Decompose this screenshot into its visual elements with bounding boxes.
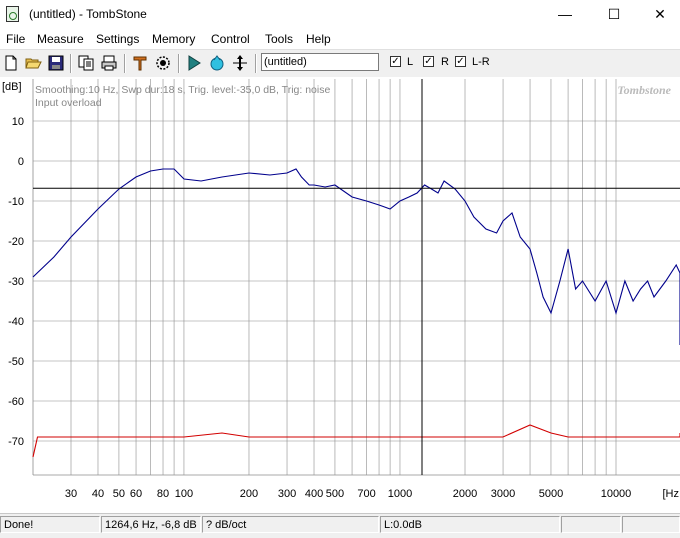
- grid-lines: [32, 79, 680, 476]
- marker-pin-icon[interactable]: [131, 54, 149, 72]
- frequency-response-plot[interactable]: 10 0 -10 -20 -30 -40 -50 -60 -70 30 40 50 60 80 100 20…: [0, 77, 680, 511]
- open-folder-icon[interactable]: [24, 54, 42, 72]
- y-tick-label: -50: [8, 356, 24, 368]
- play-icon[interactable]: [185, 54, 203, 72]
- status-bar: Done! 1264,6 Hz, -6,8 dB ? dB/oct L:0.0d…: [0, 513, 680, 538]
- y-tick-label: 0: [18, 156, 24, 168]
- menu-bar: File Measure Settings Memory Control Too…: [0, 29, 680, 49]
- checkbox-r[interactable]: ✓: [423, 56, 434, 67]
- x-tick-label: 30: [65, 488, 77, 500]
- slope-readout: ? dB/oct: [202, 516, 379, 533]
- check-mark-icon: ✓: [424, 56, 433, 67]
- input-overload-text: Input overload: [35, 97, 102, 109]
- toolbar: ✓ L ✓ R ✓ L-R: [0, 49, 680, 77]
- save-disk-icon[interactable]: [47, 54, 65, 72]
- x-unit-label: [Hz: [663, 488, 680, 500]
- y-tick-label: -10: [8, 196, 24, 208]
- toolbar-separator: [70, 54, 72, 73]
- y-unit-label: [dB]: [2, 81, 22, 93]
- frequency-response-chart[interactable]: 100-10-20-30-40-50-60-70 30 40 50 60 80 100 20…: [0, 77, 680, 511]
- close-button[interactable]: ✕: [637, 0, 680, 29]
- y-tick-label: -70: [8, 436, 24, 448]
- new-file-icon[interactable]: [2, 54, 20, 72]
- status-empty-2: [622, 516, 680, 533]
- y-tick-label: -20: [8, 236, 24, 248]
- copy-icon[interactable]: [77, 54, 95, 72]
- x-tick-label: 40: [92, 488, 104, 500]
- x-tick-label: 5000: [539, 488, 563, 500]
- minimize-button[interactable]: —: [542, 0, 588, 29]
- x-tick-label: 50: [113, 488, 125, 500]
- x-tick-label: 10000: [601, 488, 632, 500]
- x-tick-label: 1000: [388, 488, 412, 500]
- target-icon[interactable]: [154, 54, 172, 72]
- toolbar-separator: [255, 54, 257, 73]
- frequency-response-curve: [32, 168, 680, 345]
- level-readout: L:0.0dB: [380, 516, 560, 533]
- y-tick-labels: 10 0 -10 -20 -30 -40 -50 -60 -70: [8, 116, 24, 448]
- data-series: [32, 168, 680, 458]
- x-tick-label: 700: [357, 488, 375, 500]
- plot-info-line: Smoothing:10 Hz, Swp dur:18 s, Trig. lev…: [35, 84, 330, 96]
- y-tick-label: 10: [12, 116, 24, 128]
- x-tick-label: 300: [278, 488, 296, 500]
- title-bar: (untitled) - TombStone — ☐ ✕: [0, 0, 680, 29]
- menu-measure[interactable]: Measure: [37, 32, 84, 46]
- toolbar-separator: [178, 54, 180, 73]
- maximize-button[interactable]: ☐: [591, 0, 637, 29]
- checkbox-l-minus-r-label: L-R: [472, 56, 490, 68]
- x-tick-label: 80: [157, 488, 169, 500]
- cursor-readout: 1264,6 Hz, -6,8 dB: [101, 516, 201, 533]
- check-mark-icon: ✓: [456, 56, 465, 67]
- x-tick-label: 400: [305, 488, 323, 500]
- x-tick-label: 3000: [491, 488, 515, 500]
- cursor-move-icon[interactable]: [231, 54, 249, 72]
- tombstone-watermark: Tombstone: [617, 83, 671, 97]
- menu-tools[interactable]: Tools: [265, 32, 293, 46]
- x-tick-label: 60: [130, 488, 142, 500]
- tombstone-app-icon[interactable]: [6, 6, 19, 22]
- x-tick-label: 500: [326, 488, 344, 500]
- x-tick-label: 2000: [453, 488, 477, 500]
- print-icon[interactable]: [100, 54, 118, 72]
- menu-control[interactable]: Control: [211, 32, 250, 46]
- measurement-name-input[interactable]: [261, 53, 379, 71]
- menu-memory[interactable]: Memory: [152, 32, 195, 46]
- toolbar-separator: [124, 54, 126, 73]
- menu-settings[interactable]: Settings: [96, 32, 139, 46]
- checkbox-l-label: L: [407, 56, 414, 68]
- y-tick-label: -30: [8, 276, 24, 288]
- checkbox-r-label: R: [441, 56, 449, 68]
- checkbox-l-minus-r[interactable]: ✓: [455, 56, 466, 67]
- menu-file[interactable]: File: [6, 32, 25, 46]
- x-tick-label: 100: [175, 488, 193, 500]
- x-tick-label: 200: [240, 488, 258, 500]
- window-title: (untitled) - TombStone: [29, 7, 147, 21]
- menu-help[interactable]: Help: [306, 32, 331, 46]
- x-tick-labels: 30 40 50 60 80 100 200 300 400 500 700 1000 2000 3000…: [65, 488, 631, 500]
- loop-icon[interactable]: [208, 54, 226, 72]
- y-tick-label: -40: [8, 316, 24, 328]
- measurement-cursor[interactable]: [33, 79, 680, 475]
- check-mark-icon: ✓: [391, 56, 400, 67]
- y-tick-label: -60: [8, 396, 24, 408]
- status-message: Done!: [0, 516, 100, 533]
- status-empty-1: [561, 516, 621, 533]
- checkbox-l[interactable]: ✓: [390, 56, 401, 67]
